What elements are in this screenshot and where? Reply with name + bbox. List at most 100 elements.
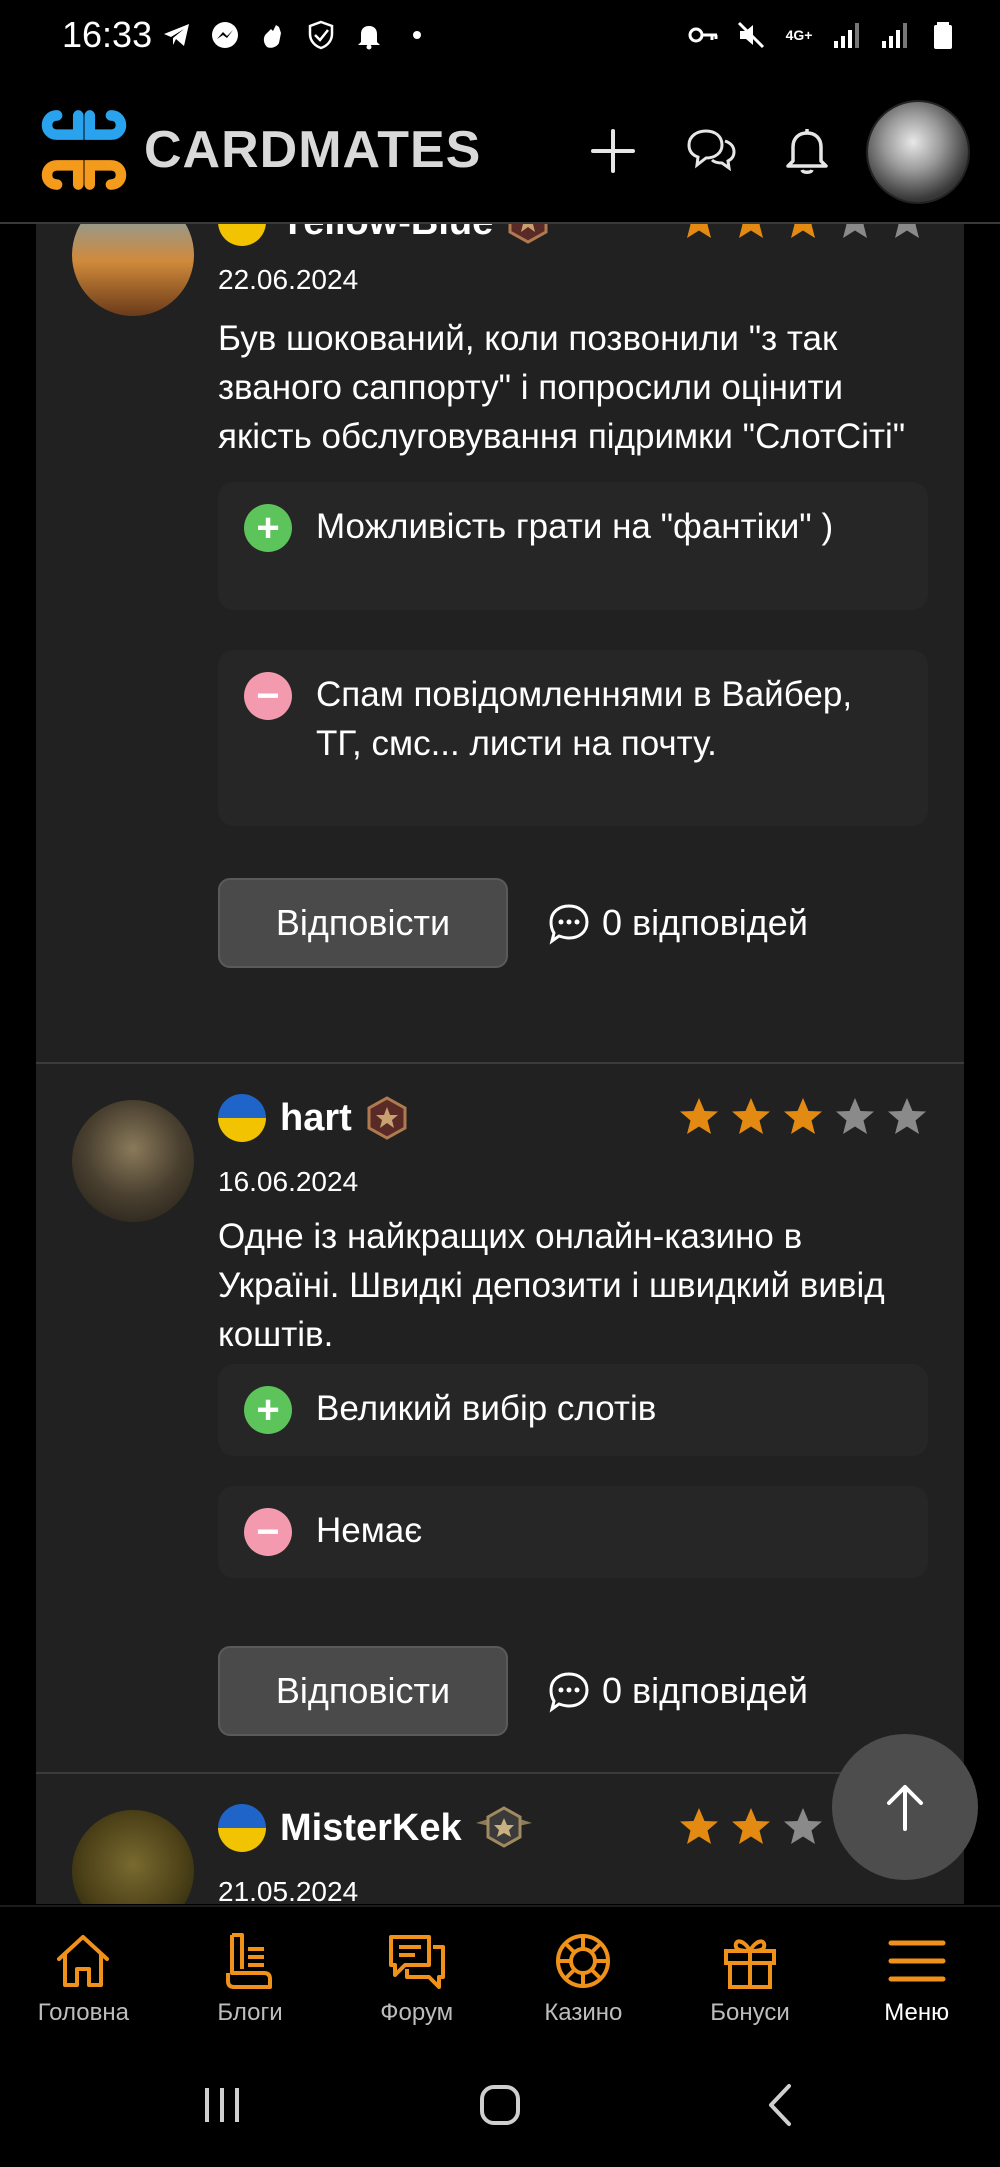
logo-text: CARDMATES (144, 121, 482, 179)
rating-stars (678, 1096, 928, 1138)
chat-bubbles-icon (687, 129, 736, 172)
review-text: Одне із найкращих онлайн-казино в Україн… (218, 1217, 885, 1354)
rank-badge-icon (475, 1806, 532, 1848)
avatar[interactable] (72, 1100, 194, 1222)
nav-blogs[interactable]: Блоги (167, 1907, 334, 2047)
add-button[interactable] (578, 116, 648, 186)
home-square-icon (480, 2085, 520, 2125)
username[interactable]: MisterKek (280, 1807, 462, 1850)
user-avatar[interactable] (866, 100, 970, 204)
minus-icon: − (244, 672, 292, 720)
nav-menu[interactable]: Меню (833, 1907, 1000, 2047)
nav-menu-label: Меню (884, 1999, 950, 2026)
status-bar: 16:33 4G+ (0, 0, 1000, 80)
reviews-list: Yellow-Blue 22.06.2024 Був шокований, ко… (36, 224, 964, 1904)
blog-icon (226, 1933, 272, 1989)
nav-bonuses-label: Бонуси (710, 1999, 790, 2026)
review-date: 16.06.2024 (218, 1166, 359, 1197)
review-author: Yellow-Blue (218, 224, 551, 252)
review-item: Yellow-Blue 22.06.2024 Був шокований, ко… (36, 224, 964, 1064)
menu-icon (888, 1940, 946, 1982)
nav-casino-label: Казино (544, 1999, 623, 2026)
replies-count: 0 відповідей (602, 1670, 808, 1711)
avatar[interactable] (72, 224, 194, 316)
bell-icon (352, 18, 386, 52)
key-icon (686, 18, 720, 52)
star-filled-icon (732, 1098, 770, 1134)
username[interactable]: hart (280, 1097, 352, 1140)
casino-chip-icon (556, 1934, 611, 1988)
review-item: hart 16.06.2024 Одне із найкращих онлайн… (36, 1062, 964, 1774)
minus-icon: − (244, 1508, 292, 1556)
scroll-to-top-button[interactable] (832, 1734, 978, 1880)
nav-forum-label: Форум (380, 1999, 454, 2026)
system-icons: 4G+ (686, 18, 960, 52)
plus-icon: + (244, 1386, 292, 1434)
star-filled-icon (680, 1808, 718, 1844)
nav-bonuses[interactable]: Бонуси (667, 1907, 834, 2047)
bottom-navigation: Головна Блоги Форум Казино Бонуси Меню (0, 1905, 1000, 2047)
system-navigation-bar (0, 2045, 1000, 2167)
messenger-icon (208, 18, 242, 52)
signal-icon (830, 18, 864, 52)
star-filled-icon (687, 224, 711, 238)
review-text: Був шокований, коли позвонили "з так зва… (218, 319, 906, 456)
star-filled-icon (739, 224, 763, 238)
bell-icon (786, 129, 828, 174)
plus-icon: + (244, 504, 292, 552)
shield-check-icon (304, 18, 338, 52)
notifications-button[interactable] (772, 116, 842, 186)
home-icon (57, 1935, 110, 1987)
plus-icon (591, 129, 635, 173)
nav-casino[interactable]: Казино (500, 1907, 667, 2047)
username[interactable]: Yellow-Blue (280, 224, 493, 244)
star-empty-icon (843, 224, 867, 238)
reply-button[interactable]: Відповісти (218, 1646, 508, 1736)
star-empty-icon (836, 1098, 874, 1134)
network-4g-icon: 4G+ (785, 27, 813, 43)
home-button[interactable] (470, 2075, 530, 2135)
back-icon (769, 2084, 791, 2126)
reply-button[interactable]: Відповісти (218, 878, 508, 968)
replies-link[interactable]: 0 відповідей (546, 1646, 808, 1736)
hand-icon (256, 18, 290, 52)
review-pro: + Можливість грати на "фантіки" ) (218, 482, 928, 610)
gift-icon (724, 1939, 777, 1989)
avatar[interactable] (72, 1810, 194, 1904)
star-empty-icon (895, 224, 919, 238)
star-filled-icon (791, 224, 815, 238)
messages-button[interactable] (676, 116, 746, 186)
star-empty-icon (888, 1098, 926, 1134)
battery-icon (926, 18, 960, 52)
nav-forum[interactable]: Форум (333, 1907, 500, 2047)
dot-icon (400, 18, 434, 52)
star-filled-icon (680, 1098, 718, 1134)
logo-icon (41, 110, 127, 190)
signal-icon (878, 18, 912, 52)
telegram-icon (160, 18, 194, 52)
ukraine-flag-icon (218, 1094, 266, 1142)
nav-home-label: Головна (37, 1999, 129, 2026)
ukraine-flag-icon (218, 224, 266, 246)
rank-badge-icon (367, 1096, 407, 1140)
back-button[interactable] (752, 2075, 812, 2135)
review-date: 22.06.2024 (218, 264, 359, 295)
mute-icon (734, 18, 768, 52)
con-text: Немає (316, 1511, 423, 1550)
arrow-up-icon (887, 1785, 923, 1831)
notification-icons (160, 18, 434, 52)
review-author: MisterKek (218, 1798, 534, 1858)
ukraine-flag-icon (218, 1804, 266, 1852)
review-item: MisterKek 21.05.2024 (36, 1772, 964, 1904)
replies-link[interactable]: 0 відповідей (546, 878, 808, 968)
recent-apps-icon (205, 2088, 239, 2122)
review-date: 21.05.2024 (218, 1876, 359, 1904)
review-author: hart (218, 1088, 410, 1148)
rank-badge-icon (508, 224, 548, 244)
cardmates-logo[interactable]: CARDMATES (36, 102, 481, 198)
star-filled-icon (732, 1808, 770, 1844)
forum-icon (388, 1935, 445, 1989)
recent-apps-button[interactable] (192, 2075, 252, 2135)
nav-home[interactable]: Головна (0, 1907, 167, 2047)
star-empty-icon (784, 1808, 822, 1844)
